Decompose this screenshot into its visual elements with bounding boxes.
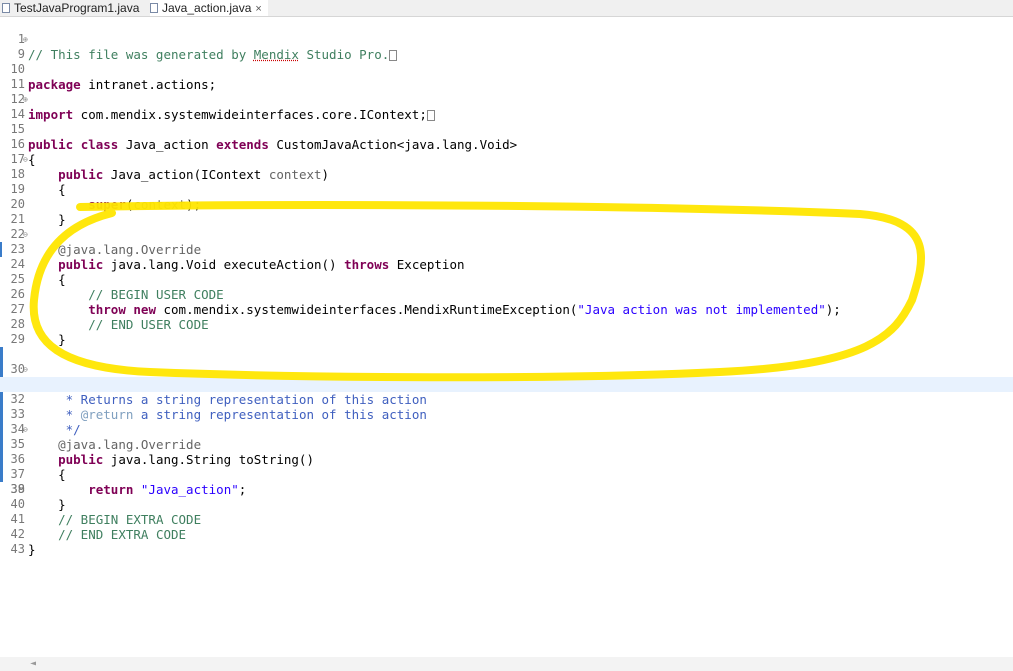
code-editor[interactable]: 1 ⊕ // This file was generated by Mendix … — [0, 17, 1013, 657]
code-line: 26 throw new com.mendix.systemwideinterf… — [0, 272, 1013, 317]
code-line: 17 ⊖ public Java_action(IContext context) — [0, 137, 1013, 182]
code-line: 24 { — [0, 242, 1013, 287]
code-line: 11 — [0, 62, 1013, 91]
editor-tab-bar: TestJavaProgram1.java Java_action.java × — [0, 0, 1013, 17]
code-line: 20 } — [0, 182, 1013, 227]
code-line: 1 ⊕ // This file was generated by Mendix … — [0, 17, 1013, 62]
tab-label: TestJavaProgram1.java — [14, 1, 140, 15]
code-line: 25 // BEGIN USER CODE — [0, 257, 1013, 302]
tab-java-action[interactable]: Java_action.java × — [150, 0, 268, 16]
code-line: 9 — [0, 32, 1013, 61]
code-line: 22 ⊖ @java.lang.Override — [0, 212, 1013, 257]
code-line: 29 — [0, 317, 1013, 346]
code-line: 35 public java.lang.String toString() — [0, 407, 1013, 467]
tab-testjavaprogram1[interactable]: TestJavaProgram1.java — [2, 0, 142, 16]
code-line: 12 ⊕ import com.mendix.systemwideinterfac… — [0, 77, 1013, 122]
horizontal-scrollbar[interactable]: ◄ — [0, 657, 1013, 671]
scroll-left-icon[interactable]: ◄ — [30, 658, 36, 669]
java-file-icon — [2, 3, 10, 13]
code-line: 23 public java.lang.Void executeAction()… — [0, 227, 1013, 272]
java-file-icon — [150, 3, 158, 13]
code-line: 15 public class Java_action extends Cust… — [0, 107, 1013, 152]
code-line: 40 // BEGIN EXTRA CODE — [0, 482, 1013, 527]
code-line: 18 { — [0, 152, 1013, 197]
code-line: 34 ⊖ @java.lang.Override — [0, 392, 1013, 452]
close-icon[interactable]: × — [255, 3, 261, 15]
code-line: 36 { — [0, 422, 1013, 482]
code-line: 27 // END USER CODE — [0, 287, 1013, 332]
tab-label: Java_action.java — [162, 1, 252, 15]
code-line: 38 } — [0, 452, 1013, 512]
code-line: 19 super(context); — [0, 167, 1013, 212]
code-line: 41 // END EXTRA CODE — [0, 497, 1013, 542]
code-line: 37 return "Java_action"; — [0, 437, 1013, 497]
code-line: 32 * @return a string representation of … — [0, 362, 1013, 422]
line-number: 43 — [10, 542, 25, 556]
code-line: 42 } — [0, 512, 1013, 557]
code-line: 10 package intranet.actions; — [0, 47, 1013, 92]
code-line: 43 — [0, 527, 1013, 556]
code-line: 28 } — [0, 302, 1013, 347]
code-line: 31 * Returns a string representation of … — [0, 347, 1013, 407]
current-line: 33 */ — [0, 377, 1013, 437]
code-line: 30⊖ /** — [0, 332, 1013, 392]
code-line: 16 { — [0, 122, 1013, 167]
code-line: 39 — [0, 467, 1013, 496]
code-line: 21 — [0, 197, 1013, 226]
code-line: 14 — [0, 92, 1013, 121]
